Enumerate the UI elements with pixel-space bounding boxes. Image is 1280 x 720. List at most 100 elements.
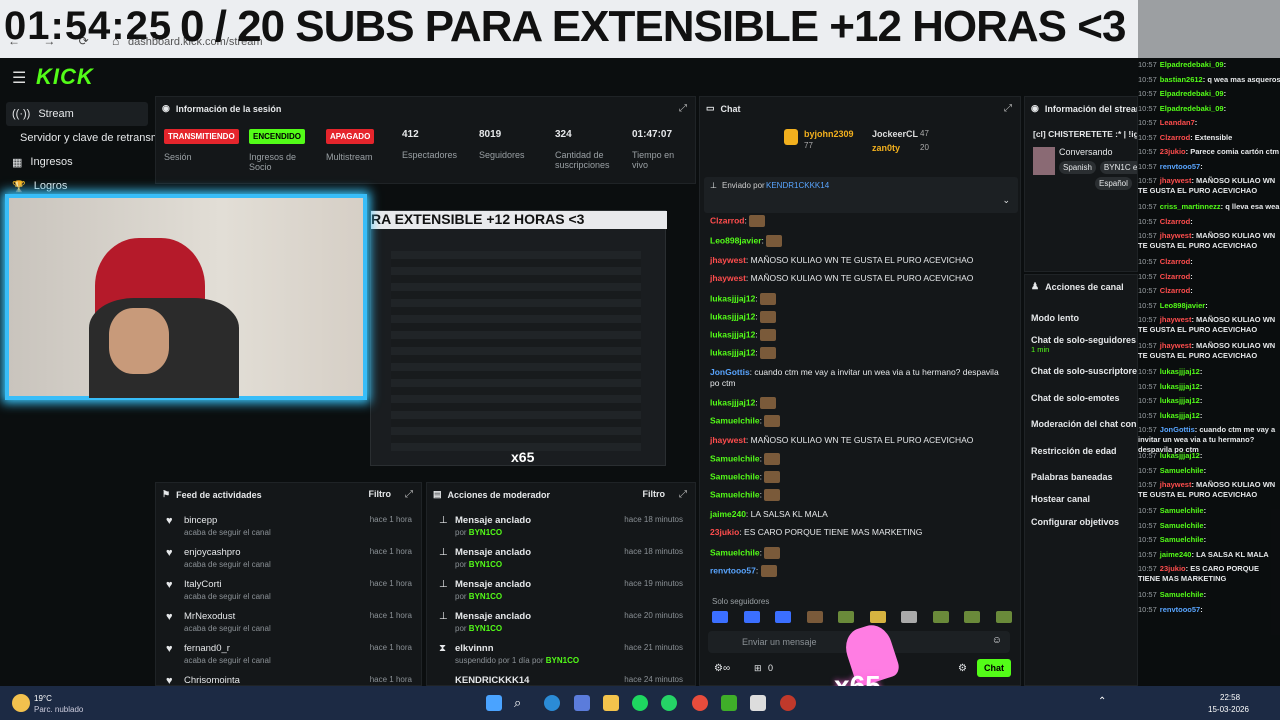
obs-icon[interactable]	[780, 695, 796, 711]
action-emotes-only[interactable]: Chat de solo-emotes	[1031, 393, 1120, 403]
action-slow-mode[interactable]: Modo lento	[1031, 313, 1079, 323]
emote-icon[interactable]	[869, 611, 886, 623]
emote-icon[interactable]	[806, 611, 823, 623]
windows-start-icon[interactable]	[486, 695, 502, 711]
chat-username[interactable]: Samuelchile	[710, 471, 760, 481]
chrome-icon[interactable]	[692, 695, 708, 711]
chat-username[interactable]: Samuelchile	[710, 547, 760, 557]
top-gifter[interactable]: zan0ty	[872, 143, 900, 153]
chat-username[interactable]: lukasjjjaj12	[710, 293, 755, 303]
chat-username[interactable]: jhaywest	[710, 435, 746, 445]
popout-icon[interactable]: ⤢	[679, 103, 687, 114]
whatsapp-icon[interactable]	[661, 695, 677, 711]
points-icon[interactable]: ⚙∞	[714, 663, 730, 674]
status-badge: ENCENDIDO	[249, 129, 306, 144]
sidebar-item-income[interactable]: ▦ Ingresos	[6, 150, 148, 174]
settings-icon[interactable]: ⚙	[958, 663, 967, 674]
action-banned-words[interactable]: Palabras baneadas	[1031, 472, 1113, 482]
feed-user[interactable]: ItalyCorti	[184, 579, 221, 590]
feed-user[interactable]: MrNexodust	[184, 611, 235, 622]
pinned-message[interactable]: ⊥ Enviado por KENDR1CKKK14 ⌄	[704, 177, 1018, 213]
top-gifter[interactable]: byjohn2309	[804, 129, 854, 139]
chat-username[interactable]: Samuelchile	[710, 415, 760, 425]
chat-message: lukasjjjaj12:	[710, 311, 1010, 323]
emote-bar[interactable]	[712, 611, 1012, 625]
tag-chip[interactable]: BYN1C entonces	[1099, 161, 1137, 174]
popout-icon[interactable]: ⤢	[679, 489, 687, 500]
sidebar-item-server-key[interactable]: Servidor y clave de retransm	[14, 126, 160, 150]
filter-button[interactable]: Filtro	[369, 489, 392, 499]
mod-by[interactable]: BYN1CO	[469, 560, 502, 569]
tray-chevron-icon[interactable]: ⌃	[1098, 696, 1106, 707]
chat-username[interactable]: 23jukio	[710, 527, 739, 537]
mod-action[interactable]: KENDRICKKK14	[455, 675, 529, 685]
kick-logo[interactable]: KICK	[36, 64, 94, 90]
feed-user[interactable]: bincepp	[184, 515, 217, 526]
emote-icon[interactable]	[932, 611, 949, 623]
spotify-icon[interactable]	[632, 695, 648, 711]
chat-username[interactable]: lukasjjjaj12	[710, 397, 755, 407]
xbox-icon[interactable]	[721, 695, 737, 711]
gift-icon[interactable]: ⊞	[754, 663, 762, 674]
action-subs-only[interactable]: Chat de solo-suscriptores	[1031, 366, 1137, 376]
action-goals[interactable]: Configurar objetivos	[1031, 517, 1119, 527]
chat-username[interactable]: Samuelchile	[710, 489, 760, 499]
action-followers-only[interactable]: Chat de solo-seguidores	[1031, 335, 1136, 345]
search-icon[interactable]: ⌕	[514, 695, 530, 711]
chat-username[interactable]: Clzarrod	[710, 215, 744, 225]
emote-icon[interactable]	[964, 611, 981, 623]
store-icon[interactable]	[574, 695, 590, 711]
app-icon[interactable]	[750, 695, 766, 711]
stream-preview[interactable]: RA EXTENSIBLE +12 HORAS <3 x65	[5, 186, 696, 480]
mod-by[interactable]: BYN1CO	[546, 656, 579, 665]
emote-icon[interactable]	[995, 611, 1012, 623]
chat-username[interactable]: lukasjjjaj12	[710, 311, 755, 321]
popout-icon[interactable]: ⤢	[405, 489, 413, 500]
panel-title: Acciones de canal	[1045, 281, 1124, 292]
overlay-chat-time: 10:57	[1138, 231, 1157, 240]
mod-by[interactable]: BYN1CO	[469, 592, 502, 601]
mod-by[interactable]: BYN1CO	[469, 528, 502, 537]
overlay-chat-text: : MAÑOSO KULIAO WN TE GUSTA EL PURO ACEV…	[1138, 341, 1276, 360]
sidebar-item-stream[interactable]: ((·)) Stream	[6, 102, 148, 126]
tag-chip[interactable]: Español	[1095, 177, 1132, 190]
panel-title: Chat	[720, 103, 741, 114]
emote-icon[interactable]	[743, 611, 760, 623]
chat-username[interactable]: lukasjjjaj12	[710, 347, 755, 357]
top-gifter[interactable]: JockeerCL	[872, 129, 918, 139]
chat-username[interactable]: Samuelchile	[710, 453, 760, 463]
feed-user[interactable]: fernand0_r	[184, 643, 230, 654]
pinned-by[interactable]: KENDR1CKKK14	[766, 181, 829, 190]
action-ai-moderation[interactable]: Moderación del chat con IA	[1031, 419, 1137, 429]
feed-user[interactable]: Chrisomointa	[184, 675, 240, 685]
popout-icon[interactable]: ⤢	[1004, 103, 1012, 114]
tag-chip[interactable]: Spanish	[1059, 161, 1096, 174]
action-host-channel[interactable]: Hostear canal	[1031, 494, 1090, 504]
emote-icon[interactable]	[775, 611, 792, 623]
chevron-down-icon[interactable]: ⌄	[1002, 195, 1010, 206]
stream-category[interactable]: Conversando	[1059, 147, 1113, 157]
chat-text: MAÑOSO KULIAO WN TE GUSTA EL PURO ACEVIC…	[750, 255, 974, 265]
mod-action[interactable]: elkvinnn	[455, 643, 494, 654]
chat-username[interactable]: Leo898javier	[710, 235, 762, 245]
mod-by[interactable]: BYN1CO	[469, 624, 502, 633]
filter-button[interactable]: Filtro	[643, 489, 666, 499]
emote-icon[interactable]	[901, 611, 918, 623]
chat-username[interactable]: lukasjjjaj12	[710, 329, 755, 339]
heart-icon: ♥	[166, 675, 173, 686]
chat-username[interactable]: renvtooo57	[710, 565, 756, 575]
emote-icon[interactable]	[838, 611, 855, 623]
chat-username[interactable]: jhaywest	[710, 255, 746, 265]
feed-user[interactable]: enjoycashpro	[184, 547, 241, 558]
folder-icon[interactable]	[603, 695, 619, 711]
action-age-restriction[interactable]: Restricción de edad	[1031, 446, 1117, 456]
chat-username[interactable]: JonGottis	[710, 367, 750, 377]
overlay-chat-user: Leo898javier	[1159, 300, 1206, 310]
edge-icon[interactable]	[544, 695, 560, 711]
emoji-icon[interactable]: ☺	[992, 635, 1002, 646]
send-chat-button[interactable]: Chat	[977, 659, 1011, 677]
menu-icon[interactable]: ☰	[12, 68, 26, 88]
chat-username[interactable]: jaime240	[710, 509, 746, 519]
chat-username[interactable]: jhaywest	[710, 273, 746, 283]
emote-icon[interactable]	[712, 611, 728, 623]
